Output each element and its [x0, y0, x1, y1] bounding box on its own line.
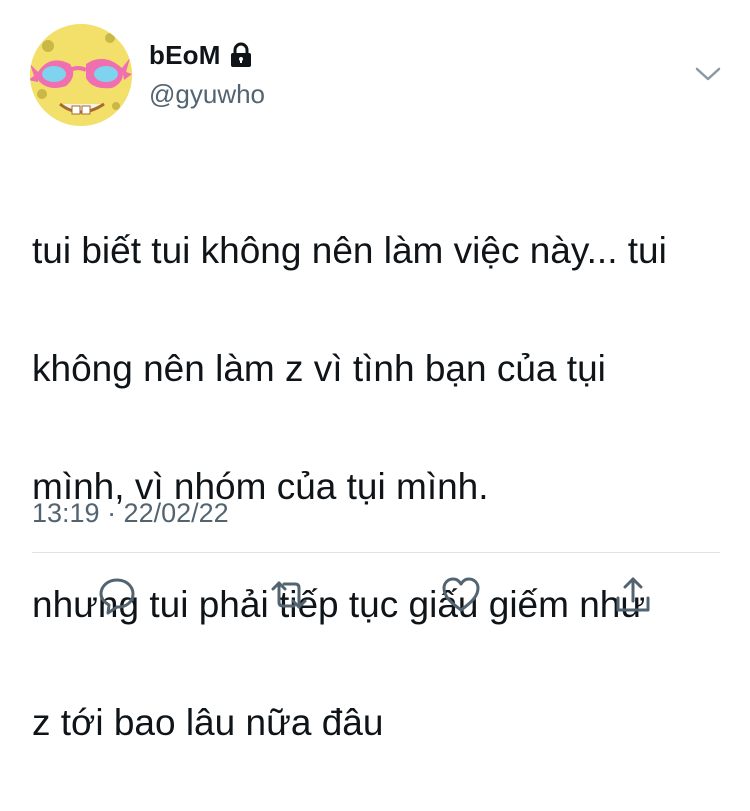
chevron-down-icon[interactable]	[694, 62, 722, 86]
like-icon[interactable]	[440, 574, 482, 616]
avatar[interactable]	[30, 24, 132, 126]
tweet-timestamp[interactable]: 13:19 · 22/02/22	[32, 493, 229, 533]
tweet-text: tui biết tui không nên làm việc này... t…	[32, 162, 732, 811]
user-handle[interactable]: @gyuwho	[149, 78, 265, 110]
display-name-text: bEoM	[149, 40, 221, 70]
tweet-text-line: không nên làm z vì tình bạn của tụi	[32, 348, 606, 389]
tweet-text-line: z tới bao lâu nữa đâu	[32, 702, 384, 743]
display-name[interactable]: bEoM	[149, 40, 253, 70]
divider	[32, 552, 720, 553]
reply-icon[interactable]	[96, 574, 138, 616]
tweet-text-line: tui biết tui không nên làm việc này... t…	[32, 230, 667, 271]
lock-icon	[229, 42, 253, 68]
share-icon[interactable]	[612, 574, 654, 616]
retweet-icon[interactable]	[268, 574, 310, 616]
tweet: bEoM @gyuwho tui biết tui không nên làm …	[0, 0, 750, 743]
